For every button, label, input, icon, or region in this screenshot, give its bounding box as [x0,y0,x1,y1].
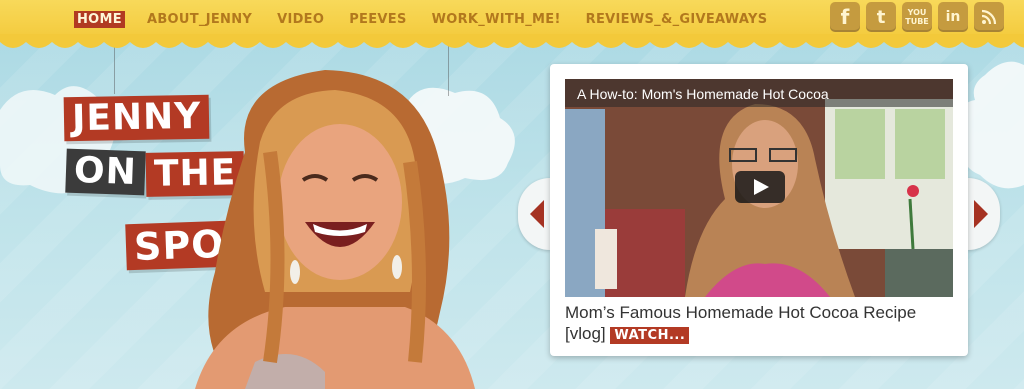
linkedin-icon[interactable]: in [938,2,968,32]
nav-item-about[interactable]: ABOUT_JENNY [144,11,255,28]
nav-scallop-edge [0,34,1024,48]
logo-word-on: ON [65,148,146,196]
featured-video-card: A How-to: Mom's Homemade Hot Cocoa Mom’s… [550,64,968,356]
rss-glyph [981,9,997,25]
youtube-icon-bottom: TUBE [905,17,929,26]
nav-item-peeves[interactable]: PEEVES [346,11,409,28]
twitter-icon[interactable]: t [866,2,896,32]
video-player[interactable]: A How-to: Mom's Homemade Hot Cocoa [565,79,953,297]
rss-icon[interactable] [974,2,1004,32]
play-button[interactable] [735,171,785,203]
video-caption: Mom’s Famous Homemade Hot Cocoa Recipe [… [565,302,955,346]
main-nav: HOME ABOUT_JENNY VIDEO PEEVES WORK_WITH_… [74,8,789,30]
nav-item-home[interactable]: HOME [74,10,125,28]
video-title: A How-to: Mom's Homemade Hot Cocoa [565,79,953,107]
youtube-icon[interactable]: YOU TUBE [902,2,932,32]
nav-item-video[interactable]: VIDEO [274,11,327,28]
watch-button[interactable]: WATCH... [610,327,690,344]
nav-item-reviews[interactable]: REVIEWS_&_GIVEAWAYS [583,11,771,28]
youtube-icon-top: YOU [907,8,927,17]
host-photo [195,70,475,389]
social-icons: f t YOU TUBE in [830,2,1010,32]
facebook-icon[interactable]: f [830,2,860,32]
nav-item-work-with-me[interactable]: WORK_WITH_ME! [429,11,564,28]
